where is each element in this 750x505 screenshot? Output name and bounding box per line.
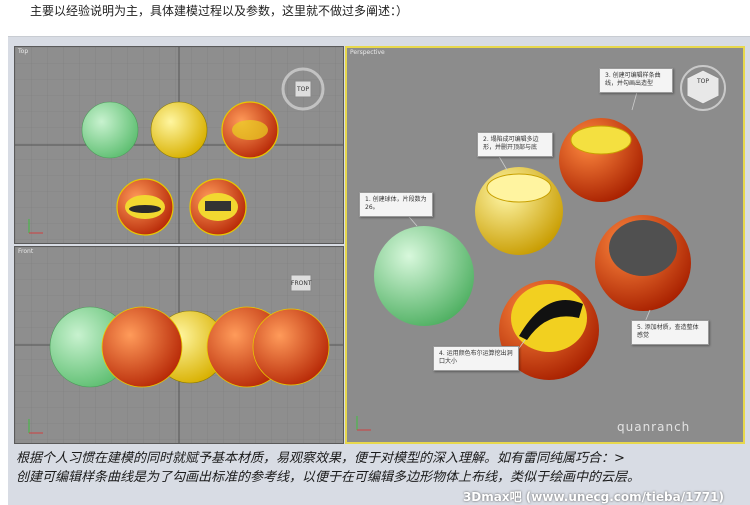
perspective-viewport-label[interactable]: Perspective — [350, 49, 385, 56]
front-red-sphere-3[interactable] — [252, 308, 330, 386]
callout-step-1: 1. 创建球体，片段数为26。 — [359, 192, 433, 217]
top-viewport-label[interactable]: Top — [18, 48, 28, 55]
caption-block: 根据个人习惯在建模的同时就赋予基本材质，易观察效果，便于对模型的深入理解。如有雷… — [16, 449, 740, 487]
top-viewport[interactable]: Top TOP — [14, 46, 344, 244]
top-grid — [15, 47, 343, 243]
intro-text: 主要以经验说明为主，具体建模过程以及参数，这里就不做过多阐述：） — [30, 4, 409, 18]
callout-step-4: 4. 运用颜色布尔运算挖出洞口大小 — [433, 346, 519, 371]
footer-watermark: 3Dmax吧 (www.unecg.com/tieba/1771) — [462, 490, 724, 504]
perspective-scene — [347, 48, 743, 442]
front-viewport[interactable]: Front FRONT — [14, 246, 344, 444]
top-yellow-sphere[interactable] — [150, 101, 208, 159]
perspective-viewport[interactable]: Perspective TOP 1. 创建球体，片段数为26。 2. 塌陷成可编… — [345, 46, 745, 444]
top-green-sphere[interactable] — [81, 101, 139, 159]
caption-line-2: 创建可编辑样条曲线是为了勾画出标准的参考线，以便于在可编辑多边形物体上布线，类似… — [16, 470, 641, 485]
screenshot-frame: Top TOP Front FRONT Perspective TOP 1. 创… — [8, 36, 750, 505]
callout-step-3: 3. 创建可编辑样条曲线，并勾画出造型 — [599, 68, 673, 93]
top-viewcube[interactable]: TOP — [295, 86, 311, 93]
caption-line-1: 根据个人习惯在建模的同时就赋予基本材质，易观察效果，便于对模型的深入理解。如有雷… — [16, 451, 625, 466]
persp-viewcube[interactable] — [680, 65, 726, 111]
front-grid — [15, 247, 343, 443]
front-viewport-label[interactable]: Front — [18, 248, 33, 255]
persp-green-sphere[interactable] — [374, 226, 474, 326]
persp-viewcube-label[interactable]: TOP — [695, 78, 711, 85]
watermark-text: quanranch — [617, 420, 691, 434]
front-viewcube[interactable]: FRONT — [291, 280, 312, 287]
callout-step-5: 5. 添加材质，查造整体感觉 — [631, 320, 709, 345]
front-red-sphere-1[interactable] — [101, 306, 183, 388]
callout-step-2: 2. 塌陷成可编辑多边形，并删开顶部与底 — [477, 132, 553, 157]
